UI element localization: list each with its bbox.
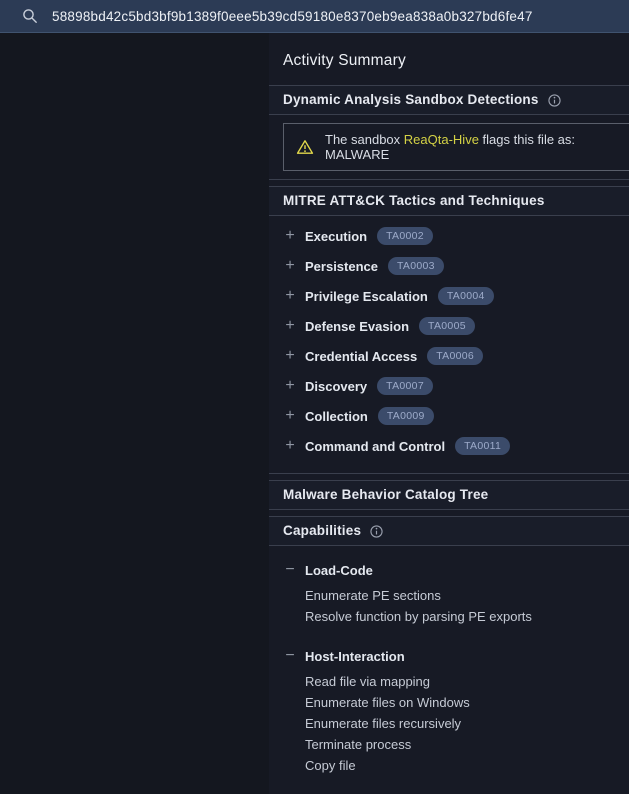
page-title: Activity Summary bbox=[269, 33, 629, 72]
capability-group-host-interaction[interactable]: −Host-Interaction bbox=[283, 641, 629, 671]
tactic-row-discovery[interactable]: + Discovery TA0007 bbox=[283, 371, 629, 401]
collapse-minus-icon[interactable]: − bbox=[283, 562, 297, 578]
warning-triangle-icon bbox=[296, 139, 314, 155]
section-mbc: Malware Behavior Catalog Tree bbox=[269, 480, 629, 510]
sandbox-warning-row: The sandbox ReaQta-Hive flags this file … bbox=[283, 123, 629, 171]
section-header-sandbox-detections[interactable]: Dynamic Analysis Sandbox Detections bbox=[269, 86, 629, 115]
tactic-row-defense-evasion[interactable]: + Defense Evasion TA0005 bbox=[283, 311, 629, 341]
tactic-label: Execution bbox=[305, 229, 367, 244]
mitre-tactic-list: + Execution TA0002 + Persistence TA0003 + Privi… bbox=[269, 216, 629, 473]
search-icon bbox=[22, 8, 38, 24]
expand-plus-icon[interactable]: + bbox=[283, 318, 297, 334]
info-icon[interactable] bbox=[370, 525, 383, 538]
sandbox-name: ReaQta-Hive bbox=[404, 132, 479, 147]
tactic-row-execution[interactable]: + Execution TA0002 bbox=[283, 221, 629, 251]
section-title: Dynamic Analysis Sandbox Detections bbox=[283, 92, 539, 107]
tactic-label: Credential Access bbox=[305, 349, 417, 364]
collapse-minus-icon[interactable]: − bbox=[283, 648, 297, 664]
tactic-id-badge: TA0007 bbox=[377, 377, 433, 395]
verdict-label: MALWARE bbox=[325, 147, 389, 162]
section-mitre: MITRE ATT&CK Tactics and Techniques + Exe… bbox=[269, 186, 629, 474]
info-icon[interactable] bbox=[548, 94, 561, 107]
expand-plus-icon[interactable]: + bbox=[283, 378, 297, 394]
section-sandbox-detections: Dynamic Analysis Sandbox Detections The … bbox=[269, 85, 629, 180]
capability-item: Read file via mapping bbox=[283, 671, 629, 692]
tactic-label: Persistence bbox=[305, 259, 378, 274]
capability-item: Terminate process bbox=[283, 734, 629, 755]
capability-item: Enumerate files recursively bbox=[283, 713, 629, 734]
capabilities-tree: −Load-CodeEnumerate PE sectionsResolve f… bbox=[269, 546, 629, 776]
tactic-row-credential-access[interactable]: + Credential Access TA0006 bbox=[283, 341, 629, 371]
expand-plus-icon[interactable]: + bbox=[283, 228, 297, 244]
tactic-row-command-and-control[interactable]: + Command and Control TA0011 bbox=[283, 431, 629, 461]
capability-group-load-code[interactable]: −Load-Code bbox=[283, 555, 629, 585]
expand-plus-icon[interactable]: + bbox=[283, 348, 297, 364]
tactic-row-privilege-escalation[interactable]: + Privilege Escalation TA0004 bbox=[283, 281, 629, 311]
section-header-mbc[interactable]: Malware Behavior Catalog Tree bbox=[269, 481, 629, 510]
activity-summary-panel: Activity Summary Dynamic Analysis Sandbo… bbox=[269, 33, 629, 794]
tactic-id-badge: TA0004 bbox=[438, 287, 494, 305]
sandbox-detection-list: The sandbox ReaQta-Hive flags this file … bbox=[269, 115, 629, 179]
tactic-id-badge: TA0003 bbox=[388, 257, 444, 275]
expand-plus-icon[interactable]: + bbox=[283, 438, 297, 454]
sandbox-warning-text: The sandbox ReaQta-Hive flags this file … bbox=[325, 132, 628, 162]
tactic-label: Privilege Escalation bbox=[305, 289, 428, 304]
tactic-row-persistence[interactable]: + Persistence TA0003 bbox=[283, 251, 629, 281]
expand-plus-icon[interactable]: + bbox=[283, 258, 297, 274]
tactic-id-badge: TA0006 bbox=[427, 347, 483, 365]
capability-group-label: Host-Interaction bbox=[305, 649, 405, 664]
capability-item: Enumerate files on Windows bbox=[283, 692, 629, 713]
tactic-id-badge: TA0011 bbox=[455, 437, 510, 455]
section-header-mitre[interactable]: MITRE ATT&CK Tactics and Techniques bbox=[269, 187, 629, 216]
capability-item: Enumerate PE sections bbox=[283, 585, 629, 606]
search-input[interactable]: 58898bd42c5bd3bf9b1389f0eee5b39cd59180e8… bbox=[52, 9, 533, 24]
search-bar[interactable]: 58898bd42c5bd3bf9b1389f0eee5b39cd59180e8… bbox=[0, 0, 629, 33]
tactic-label: Discovery bbox=[305, 379, 367, 394]
tactic-row-collection[interactable]: + Collection TA0009 bbox=[283, 401, 629, 431]
tactic-label: Command and Control bbox=[305, 439, 445, 454]
section-title: Malware Behavior Catalog Tree bbox=[283, 487, 488, 502]
tactic-id-badge: TA0009 bbox=[378, 407, 434, 425]
tactic-label: Defense Evasion bbox=[305, 319, 409, 334]
tactic-id-badge: TA0002 bbox=[377, 227, 433, 245]
section-capabilities: Capabilities −Load-CodeEnumerate PE sect… bbox=[269, 516, 629, 776]
section-header-capabilities[interactable]: Capabilities bbox=[269, 517, 629, 546]
tactic-label: Collection bbox=[305, 409, 368, 424]
capability-item: Copy file bbox=[283, 755, 629, 776]
capability-item-list: Read file via mappingEnumerate files on … bbox=[283, 671, 629, 776]
capability-group-label: Load-Code bbox=[305, 563, 373, 578]
capability-item-list: Enumerate PE sectionsResolve function by… bbox=[283, 585, 629, 627]
capability-item: Resolve function by parsing PE exports bbox=[283, 606, 629, 627]
section-title: Capabilities bbox=[283, 523, 361, 538]
tactic-id-badge: TA0005 bbox=[419, 317, 475, 335]
section-title: MITRE ATT&CK Tactics and Techniques bbox=[283, 193, 545, 208]
expand-plus-icon[interactable]: + bbox=[283, 288, 297, 304]
expand-plus-icon[interactable]: + bbox=[283, 408, 297, 424]
